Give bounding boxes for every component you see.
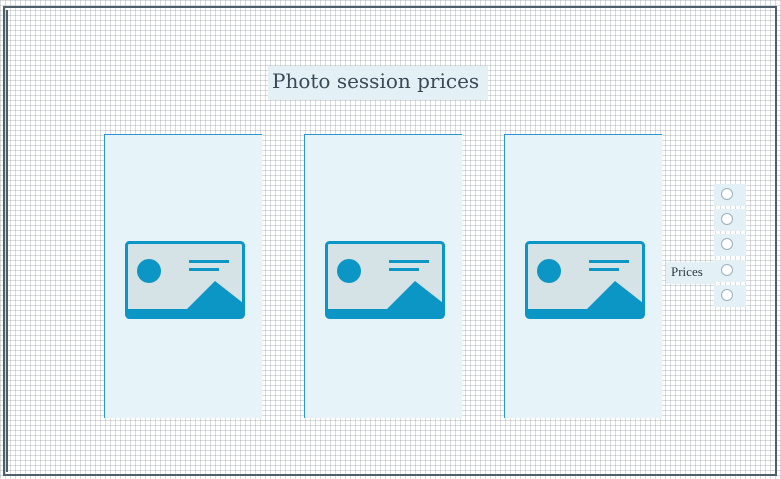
wireframe-canvas: Photo session prices Prices: [0, 0, 781, 479]
radio-option-4[interactable]: [714, 260, 746, 282]
radio-option-3[interactable]: [714, 234, 746, 256]
prices-radio-group: [714, 184, 748, 310]
image-placeholder-icon: [325, 241, 445, 319]
prices-label: Prices: [666, 262, 716, 284]
radio-circle-icon: [721, 289, 733, 301]
photo-card-3[interactable]: [504, 134, 662, 418]
radio-option-5[interactable]: [714, 285, 746, 307]
photo-card-2[interactable]: [304, 134, 462, 418]
radio-option-2[interactable]: [714, 209, 746, 231]
photo-card-1[interactable]: [104, 134, 262, 418]
radio-circle-icon: [721, 238, 733, 250]
image-placeholder-icon: [125, 241, 245, 319]
frame-inner-edge: [6, 10, 8, 472]
page-title: Photo session prices: [268, 66, 488, 100]
radio-circle-icon: [721, 213, 733, 225]
radio-circle-icon: [721, 188, 733, 200]
radio-option-1[interactable]: [714, 184, 746, 206]
radio-circle-icon: [721, 264, 733, 276]
image-placeholder-icon: [525, 241, 645, 319]
